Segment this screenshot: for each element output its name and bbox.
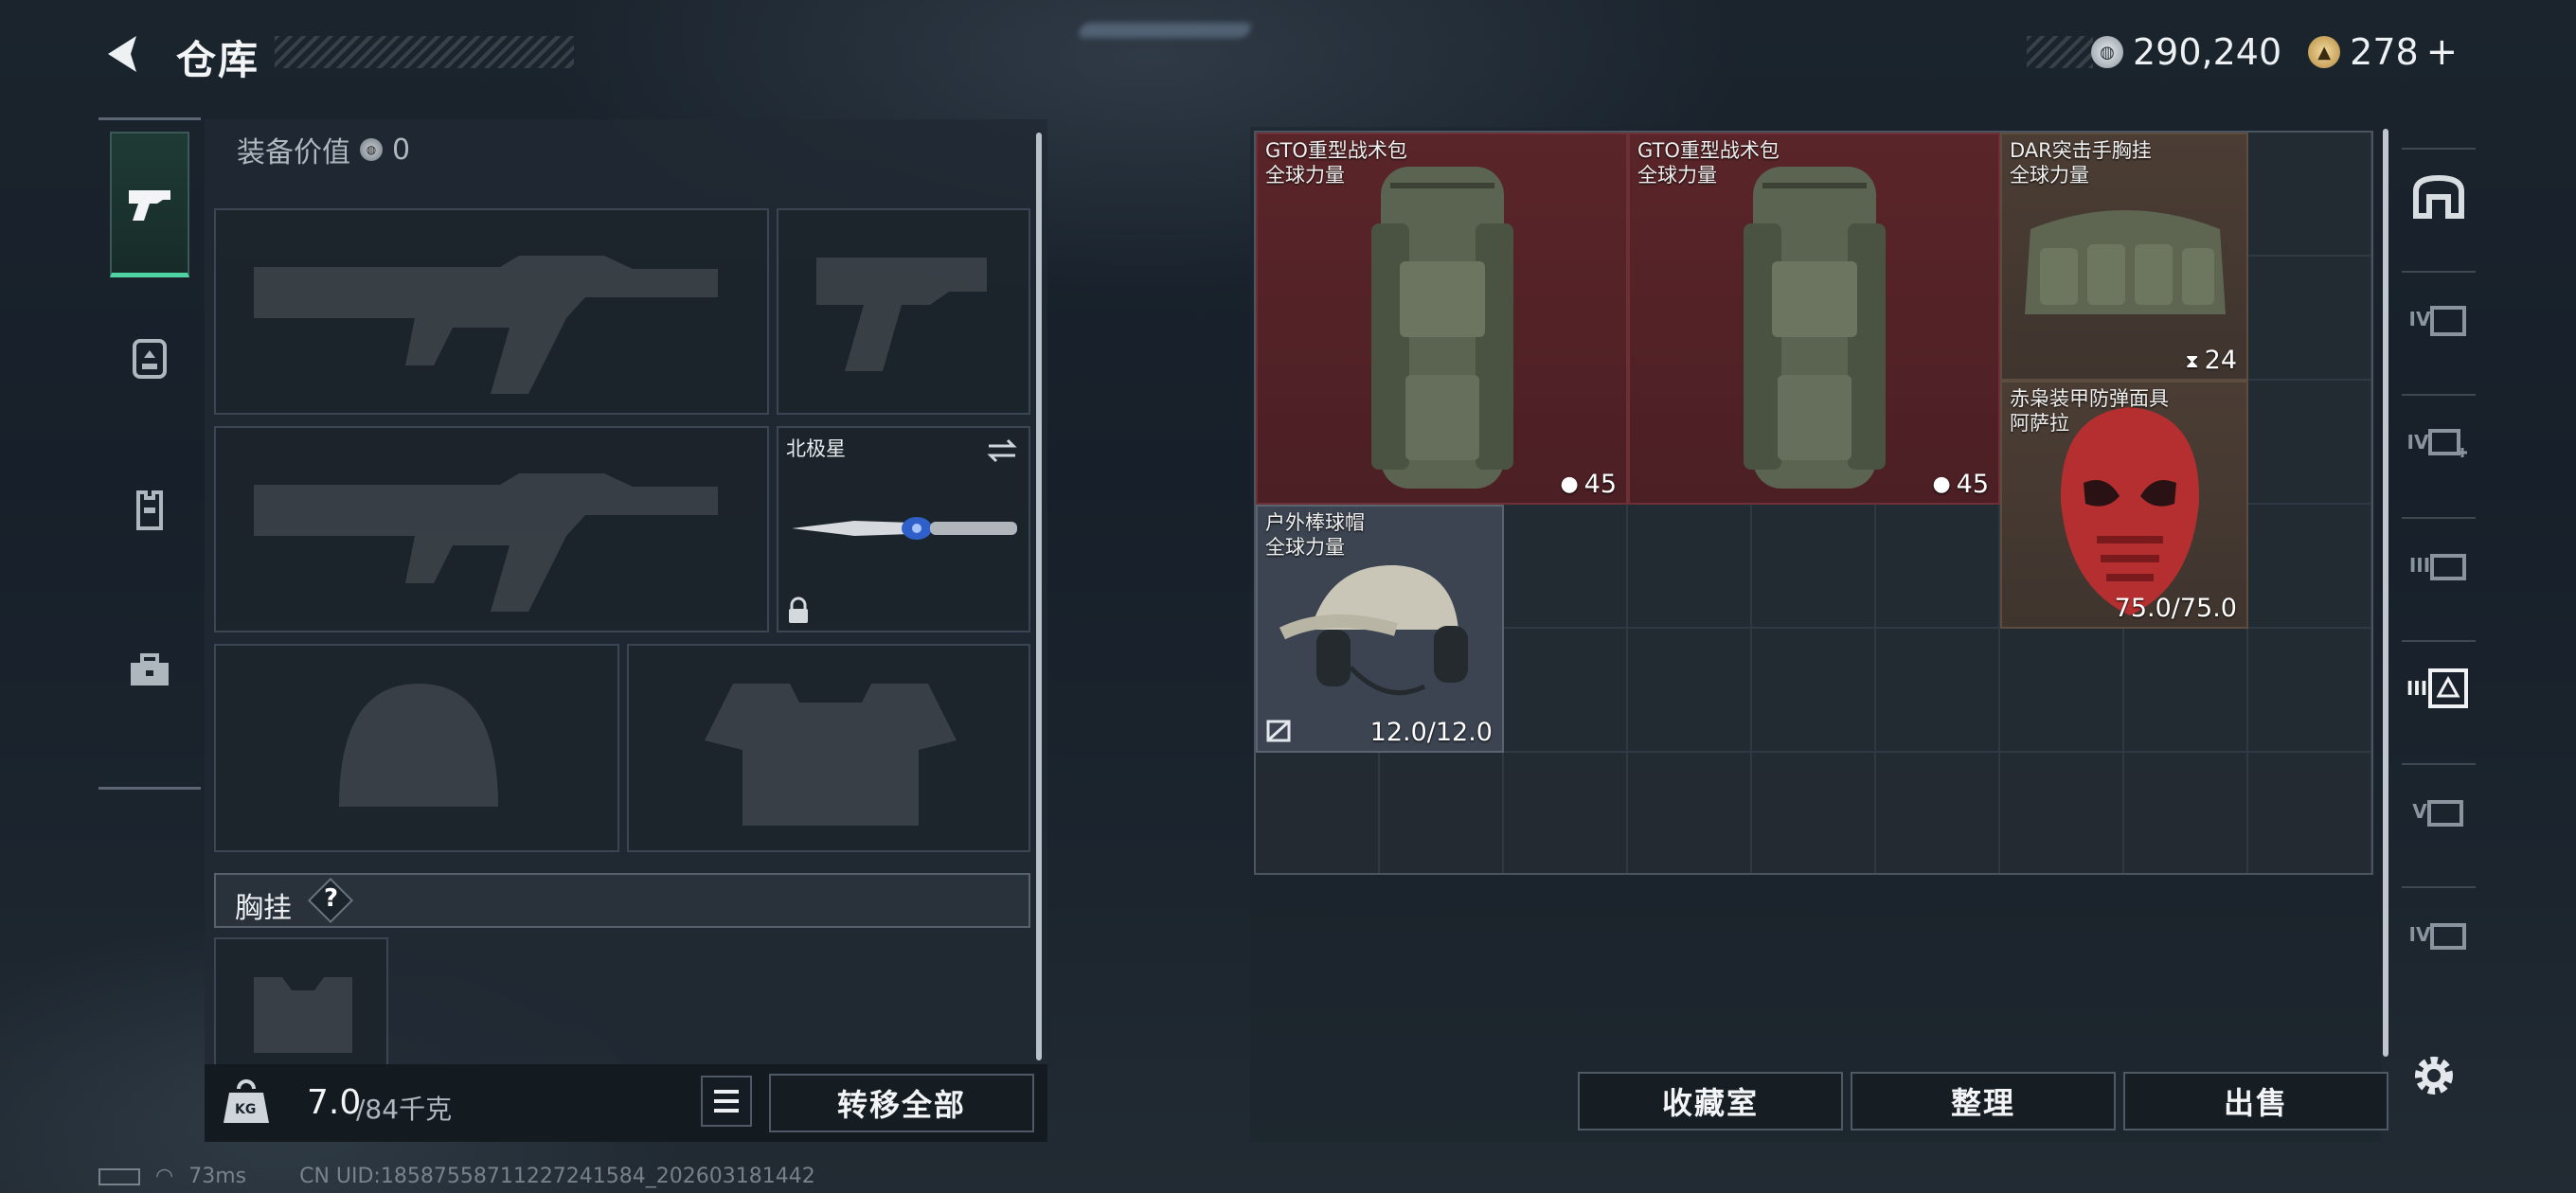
item-name: 户外棒球帽 全球力量 [1265,511,1365,559]
sell-button[interactable]: 出售 [2123,1072,2388,1131]
stash-item-backpack-1[interactable]: GTO重型战术包 全球力量 ● 45 [1256,133,1628,505]
stash-item-baseball-cap[interactable]: 户外棒球帽 全球力量 12.0/12.0 [1256,505,1504,753]
no-repair-icon [1266,720,1291,742]
ping-text: 73ms [188,1165,247,1188]
loadout-tabs [98,117,201,790]
cap-headset-icon [1279,564,1468,696]
currency-hatch-decoration [2027,36,2093,68]
body-armor-slot[interactable] [627,644,1030,852]
container-iv-plus-icon[interactable]: IV [2402,394,2476,489]
backpack-capacity-icon: ● [1560,472,1579,496]
item-name: DAR突击手胸挂 全球力量 [2010,139,2152,187]
sidearm-slot[interactable] [777,208,1030,415]
silver-coin-icon: ◍ [360,138,383,161]
helmet-armor-icon [133,339,167,379]
primary-weapon-slot[interactable] [214,208,769,415]
melee-name: 北极星 [786,437,846,460]
lock-icon [789,596,808,623]
weight-icon: KG [222,1077,271,1127]
uid-text: CN UID:18587558711227241584_202603181442 [299,1165,815,1188]
currency-secondary: 278 [2350,31,2419,73]
stash-main-icon[interactable] [2402,148,2476,242]
currency-primary: 290,240 [2133,31,2282,73]
back-arrow-icon[interactable] [98,30,146,78]
item-capacity: ⧗ 24 [2185,346,2237,375]
status-bar: ◠ 73ms CN UID:18587558711227241584_20260… [98,1165,815,1188]
stash-grid: GTO重型战术包 全球力量 ● 45 GTO重型战术包 全球力量 ● 45 DAR突击手… [1254,131,2373,875]
item-durability: 12.0/12.0 [1369,718,1493,747]
stash-category-bar: IV IV III III V IV [2402,129,2476,962]
helmet-slot[interactable] [214,644,619,852]
container-iii-icon[interactable]: III [2402,517,2476,612]
settings-gear-icon[interactable] [2409,1051,2459,1104]
stash-item-armored-mask[interactable]: 赤枭装甲防弹面具 阿萨拉 75.0/75.0 [2000,381,2248,629]
armor-silhouette-icon [705,684,957,826]
item-durability: 75.0/75.0 [2114,594,2237,623]
add-currency-button[interactable]: + [2426,30,2459,74]
tab-rig[interactable] [110,436,189,582]
chest-rig-header: 胸挂 ? [214,873,1030,928]
backpack-icon [1371,167,1513,489]
equipment-value-label: 装备价值 [237,136,350,169]
tab-weapons[interactable] [110,132,189,277]
list-view-button[interactable] [701,1076,752,1127]
pistol-silhouette-icon [816,258,987,371]
chest-rig-slot[interactable] [214,937,388,1070]
pistol-icon [129,189,170,221]
silver-coin-icon: ◍ [2091,36,2123,68]
loadout-panel: 装备价值 ◍ 0 北极星 胸挂 ? [205,119,1047,1142]
tab-case[interactable] [110,597,189,743]
tab-gear[interactable] [110,285,189,431]
item-name: 赤枭装甲防弹面具 阿萨拉 [2010,387,2169,435]
container-iv-b-icon[interactable]: IV [2402,886,2476,981]
item-name: GTO重型战术包 全球力量 [1637,139,1780,187]
weight-max: /84千克 [356,1094,453,1125]
toolbox-icon [131,653,169,686]
item-capacity: ● 45 [1560,470,1617,499]
backpack-icon [1744,167,1886,489]
help-icon-glyph: ? [324,884,339,913]
battery-icon [98,1167,140,1185]
loadout-scrollbar[interactable] [1036,133,1042,1060]
stash-item-backpack-2[interactable]: GTO重型战术包 全球力量 ● 45 [1628,133,2000,505]
helmet-silhouette-icon [339,684,498,807]
currency-bar: ◍ 290,240 ▲ 278 + [2091,30,2484,74]
chest-rig-label: 胸挂 [235,892,292,925]
transfer-all-button[interactable]: 转移全部 [769,1074,1034,1132]
item-name: GTO重型战术包 全球力量 [1265,139,1407,187]
title-hatch-decoration [275,36,574,68]
stash-scrollbar[interactable] [2383,129,2388,1057]
equipment-value-amount: 0 [392,133,411,167]
page-title: 仓库 [176,37,260,83]
collection-room-button[interactable]: 收藏室 [1578,1072,1843,1131]
wifi-icon: ◠ [155,1165,174,1188]
knife-icon [792,517,1017,540]
secondary-weapon-slot[interactable] [214,426,769,632]
rig-capacity-icon: ⧗ [2185,348,2199,372]
gold-coin-icon: ▲ [2308,36,2341,68]
container-iv-icon[interactable]: IV [2402,271,2476,365]
item-capacity: ● 45 [1932,470,1989,499]
vest-icon [136,490,163,530]
weight-current: 7.0 [307,1083,362,1122]
organize-button[interactable]: 整理 [1851,1072,2116,1131]
container-v-icon[interactable]: V [2402,763,2476,858]
rifle-silhouette-icon [254,473,718,612]
backpack-capacity-icon: ● [1932,472,1951,496]
melee-slot[interactable]: 北极星 [777,426,1030,632]
equipment-value: 装备价值 ◍ 0 [237,129,410,170]
container-iii-active-icon[interactable]: III [2402,640,2476,735]
stash-item-chest-rig[interactable]: DAR突击手胸挂 全球力量 ⧗ 24 [2000,133,2248,381]
weight-bar: KG 7.0 /84千克 转移全部 [205,1064,1047,1142]
swap-icon[interactable] [985,437,1019,464]
rig-silhouette-icon [254,977,352,1053]
rifle-silhouette-icon [254,256,718,394]
chest-rig-icon [2025,210,2226,314]
